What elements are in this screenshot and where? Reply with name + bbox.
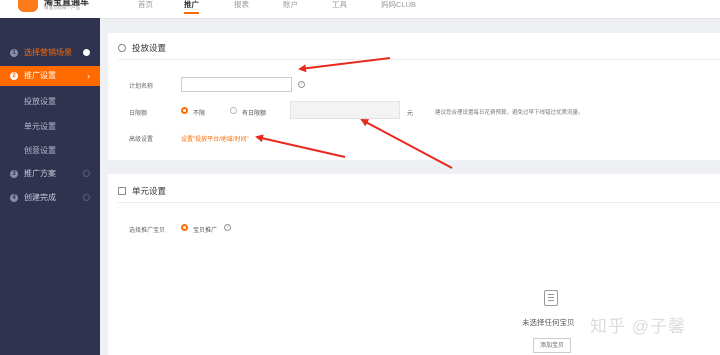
arrow-to-advanced xyxy=(255,134,346,158)
annotation-arrows xyxy=(255,57,453,169)
arrow-to-plan-name xyxy=(298,57,391,73)
arrow-to-budget xyxy=(360,119,453,169)
